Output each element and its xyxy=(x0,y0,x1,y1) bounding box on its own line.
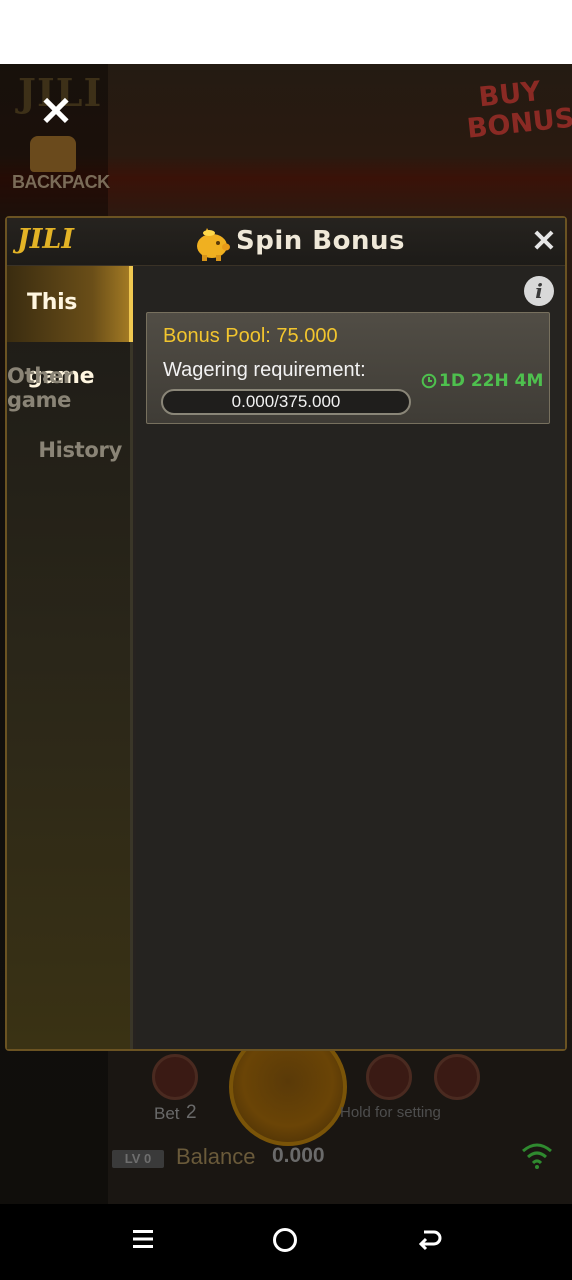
balance-value: 0.000 xyxy=(272,1144,325,1167)
tab-this-game[interactable]: This game xyxy=(7,266,133,389)
level-badge: LV 0 xyxy=(112,1150,164,1168)
spin-bonus-modal: JILI Spin Bonus ✕ This game Other game H… xyxy=(5,216,567,1051)
tab-history[interactable]: History xyxy=(38,438,122,462)
jili-logo: JILI xyxy=(17,224,75,255)
bonus-timer: 1D 22H 4M xyxy=(421,371,543,391)
clock-icon xyxy=(421,373,437,389)
modal-header: JILI Spin Bonus ✕ xyxy=(7,218,565,266)
close-icon[interactable]: ✕ xyxy=(529,227,559,257)
timer-text: 1D 22H 4M xyxy=(439,371,544,391)
bet-label: Bet xyxy=(154,1104,180,1123)
backpack-button[interactable]: BACKPACK xyxy=(12,172,110,193)
side-nav: This game Other game History xyxy=(7,266,133,1049)
buy-bonus-button[interactable]: BUY BONUS xyxy=(462,75,572,156)
bet-chips-icon[interactable] xyxy=(152,1054,198,1100)
hold-for-setting-label: Hold for setting xyxy=(340,1104,441,1121)
bonus-card: Bonus Pool: 75.000 Wagering requirement:… xyxy=(146,312,550,424)
bonus-pool-label: Bonus Pool: 75.000 xyxy=(163,325,338,347)
wagering-progress-bar: 0.000/375.000 xyxy=(161,389,411,415)
status-bar-area xyxy=(0,0,572,64)
wifi-icon xyxy=(522,1143,552,1169)
wagering-progress-text: 0.000/375.000 xyxy=(231,392,341,411)
home-icon[interactable] xyxy=(273,1228,297,1252)
turbo-icon[interactable] xyxy=(434,1054,480,1100)
wagering-requirement-label: Wagering requirement: xyxy=(163,359,366,381)
info-icon[interactable]: i xyxy=(524,276,554,306)
modal-title: Spin Bonus xyxy=(236,226,405,256)
content-area: i Bonus Pool: 75.000 Wagering requiremen… xyxy=(136,266,565,1049)
game-close-icon[interactable]: ✕ xyxy=(34,90,78,134)
autoplay-icon[interactable] xyxy=(366,1054,412,1100)
back-icon[interactable] xyxy=(416,1226,444,1254)
balance-label: Balance xyxy=(176,1144,256,1169)
tab-other-game[interactable]: Other game xyxy=(7,364,122,412)
backpack-icon xyxy=(30,136,76,172)
menu-icon[interactable] xyxy=(130,1226,156,1252)
bet-value: 2 xyxy=(186,1102,197,1123)
piggy-bank-icon xyxy=(197,228,230,261)
